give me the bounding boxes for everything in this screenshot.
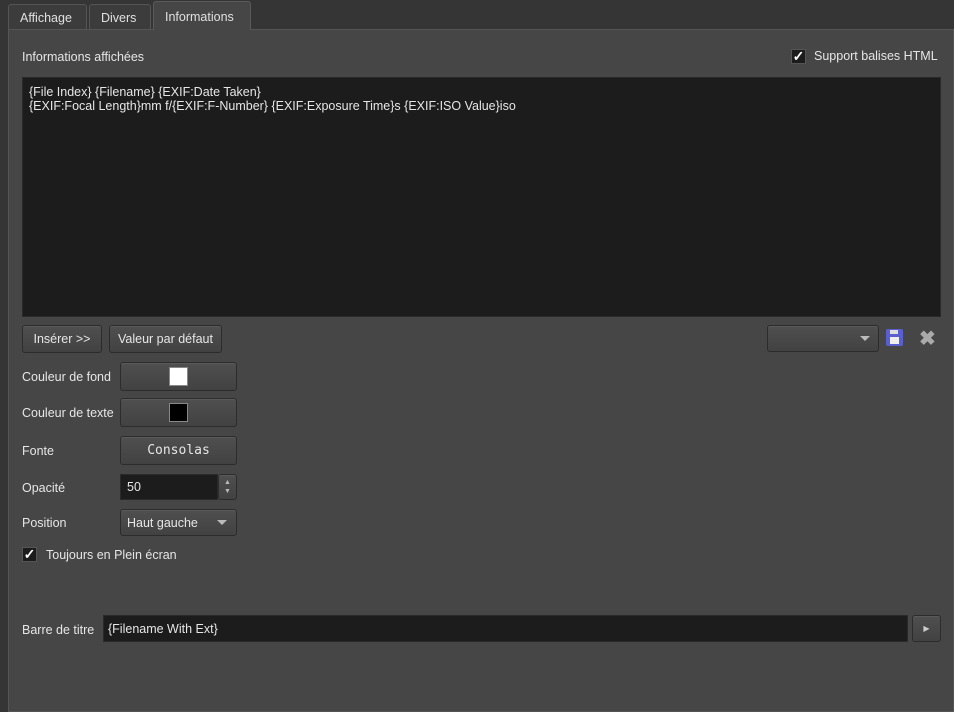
spin-down-icon[interactable]: ▼: [224, 487, 231, 496]
chevron-down-icon: [860, 336, 870, 341]
chevron-down-icon: [217, 520, 227, 525]
bg-color-button[interactable]: [120, 362, 237, 391]
insert-button[interactable]: Insérer >>: [22, 325, 102, 353]
bg-color-swatch: [169, 367, 188, 386]
titlebar-input[interactable]: {Filename With Ext}: [103, 615, 908, 642]
preset-dropdown[interactable]: [767, 325, 879, 352]
default-value-button[interactable]: Valeur par défaut: [109, 325, 222, 353]
text-color-swatch: [169, 403, 188, 422]
info-textarea[interactable]: {File Index} {Filename} {EXIF:Date Taken…: [22, 77, 941, 317]
save-icon[interactable]: [886, 329, 903, 346]
font-label: Fonte: [22, 444, 54, 458]
position-value: Haut gauche: [127, 515, 198, 530]
position-dropdown[interactable]: Haut gauche: [120, 509, 237, 536]
html-support-checkbox[interactable]: ✓: [791, 49, 806, 64]
tab-affichage[interactable]: Affichage: [8, 4, 87, 30]
text-color-button[interactable]: [120, 398, 237, 427]
spin-up-icon[interactable]: ▲: [224, 478, 231, 487]
position-label: Position: [22, 516, 67, 530]
html-support-label: Support balises HTML: [814, 49, 938, 63]
fullscreen-label: Toujours en Plein écran: [46, 548, 177, 562]
chevron-right-icon: ▶: [923, 624, 930, 633]
tab-informations[interactable]: Informations: [153, 1, 251, 30]
opacity-input[interactable]: 50: [120, 474, 218, 500]
fullscreen-checkbox[interactable]: ✓: [22, 547, 37, 562]
close-icon[interactable]: ✖: [919, 326, 936, 351]
info-text-line-1: {File Index} {Filename} {EXIF:Date Taken…: [29, 85, 261, 99]
tab-divers[interactable]: Divers: [89, 4, 151, 30]
opacity-label: Opacité: [22, 481, 66, 495]
info-text-line-2: {EXIF:Focal Length}mm f/{EXIF:F-Number} …: [29, 99, 516, 113]
bg-color-label: Couleur de fond: [22, 370, 111, 384]
font-button[interactable]: Consolas: [120, 436, 237, 465]
opacity-stepper[interactable]: ▲ ▼: [218, 474, 237, 500]
titlebar-label: Barre de titre: [22, 623, 95, 637]
info-label: Informations affichées: [22, 50, 145, 64]
text-color-label: Couleur de texte: [22, 406, 114, 420]
titlebar-insert-button[interactable]: ▶: [912, 615, 941, 642]
